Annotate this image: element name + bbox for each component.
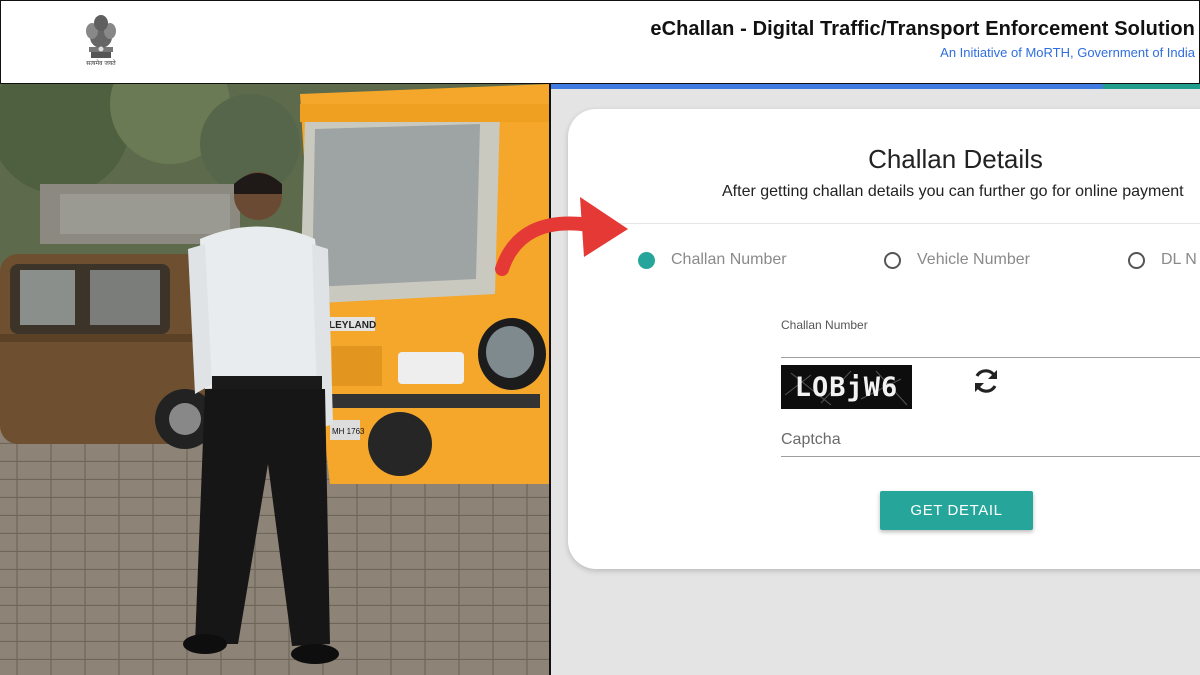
- challan-details-card: Challan Details After getting challan de…: [568, 109, 1200, 569]
- captcha-input[interactable]: [781, 423, 1200, 457]
- radio-checked-icon: [638, 251, 655, 269]
- captcha-text: LOBjW6: [794, 372, 899, 403]
- bus-brand: LEYLAND: [329, 320, 376, 331]
- challan-app-area: Challan Details After getting challan de…: [551, 84, 1200, 675]
- radio-unchecked-icon: [1128, 251, 1145, 269]
- radio-label: Challan Number: [671, 251, 787, 268]
- card-title: Challan Details: [868, 144, 1043, 174]
- bus-plate: MH 1763: [332, 427, 365, 436]
- app-subtitle: An Initiative of MoRTH, Government of In…: [940, 45, 1195, 60]
- challan-number-input[interactable]: [781, 333, 1200, 358]
- radio-unchecked-icon: [884, 251, 901, 269]
- challan-number-label: Challan Number: [781, 318, 868, 332]
- top-accent-teal: [1103, 84, 1200, 89]
- radio-challan-number[interactable]: Challan Number: [638, 249, 787, 271]
- site-header: सत्यमेव जयते eChallan - Digital Traffic/…: [0, 0, 1200, 85]
- app-title: eChallan - Digital Traffic/Transport Enf…: [650, 18, 1195, 40]
- card-subtitle: After getting challan details you can fu…: [722, 183, 1184, 200]
- refresh-icon[interactable]: [971, 366, 1001, 396]
- national-emblem-icon: [86, 15, 116, 58]
- radio-label: DL N: [1161, 251, 1197, 268]
- captcha-image: LOBjW6: [781, 365, 912, 409]
- photo-scene: LEYLAND MH 1763: [0, 84, 550, 675]
- radio-dl-number[interactable]: DL N: [1128, 249, 1197, 271]
- card-divider: [568, 223, 1200, 224]
- emblem-caption: सत्यमेव जयते: [86, 60, 116, 67]
- radio-vehicle-number[interactable]: Vehicle Number: [884, 249, 1030, 271]
- traffic-police-photo: LEYLAND MH 1763: [0, 84, 550, 675]
- pointer-arrow-icon: [495, 197, 628, 276]
- get-detail-button[interactable]: GET DETAIL: [880, 491, 1033, 530]
- radio-label: Vehicle Number: [917, 251, 1030, 268]
